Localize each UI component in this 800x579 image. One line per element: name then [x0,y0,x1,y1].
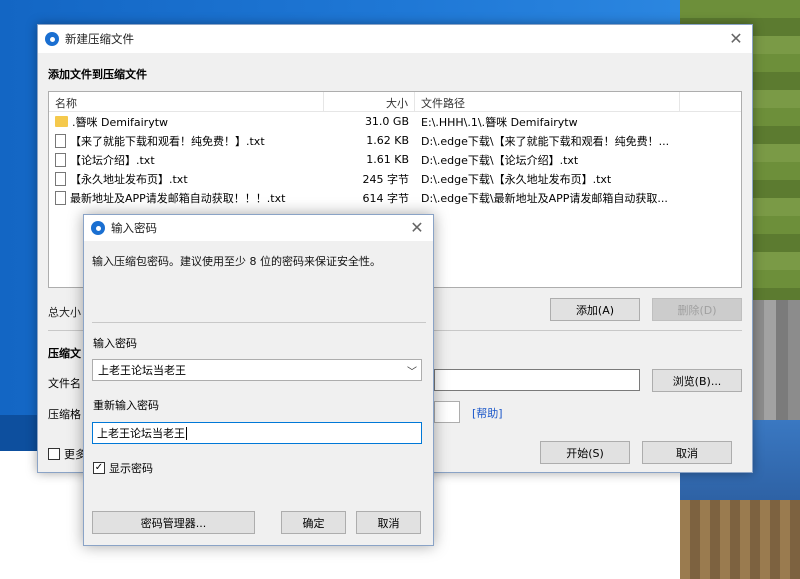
file-name: 【永久地址发布页】.txt [70,172,188,186]
password-value: 上老王论坛当老王 [98,364,186,377]
file-row[interactable]: .簪咪 Demifairytw 31.0 GB E:\.HHH\.1\.簪咪 D… [49,112,741,131]
reenter-password-label: 重新输入密码 [93,399,159,412]
file-size: 245 字节 [362,172,410,186]
total-size-label: 总大小 [48,306,81,319]
reenter-password-input[interactable]: 上老王论坛当老王 [92,422,422,444]
dialog-title: 输入密码 [111,221,157,235]
app-logo-icon [91,221,105,235]
document-icon [55,171,66,186]
start-button[interactable]: 开始(S) [540,441,630,464]
format-select[interactable] [434,401,460,423]
delete-button[interactable]: 删除(D) [652,298,742,321]
close-icon[interactable]: ✕ [726,28,746,48]
file-list-header: 名称 大小 文件路径 [49,92,741,112]
show-password-label: 显示密码 [109,462,153,475]
more-options-checkbox[interactable]: 更多 [48,446,86,462]
file-name: 【来了就能下载和观看！纯免费！】.txt [70,134,265,148]
cancel-button[interactable]: 取消 [642,441,732,464]
checkbox-unchecked-icon[interactable] [48,448,60,460]
add-button[interactable]: 添加(A) [550,298,640,321]
close-icon[interactable]: ✕ [407,217,427,237]
file-path: D:\.edge下载\【论坛介绍】.txt [421,153,579,167]
file-size: 1.61 KB [366,153,409,166]
archive-section-title: 压缩文 [48,347,81,360]
password-dialog: 输入密码 ✕ 输入压缩包密码。建议使用至少 8 位的密码来保证安全性。 输入密码… [83,214,434,546]
file-size: 31.0 GB [364,115,409,128]
divider [92,322,426,323]
folder-icon [55,116,68,127]
dialog-titlebar[interactable]: 输入密码 ✕ [84,215,433,241]
file-name: .簪咪 Demifairytw [72,115,169,129]
section-title: 添加文件到压缩文件 [48,68,147,81]
file-row[interactable]: 最新地址及APP请发邮箱自动获取！！！.txt 614 字节 D:\.edge下… [49,188,741,207]
reenter-password-value: 上老王论坛当老王 [97,427,185,440]
dialog-cancel-button[interactable]: 取消 [356,511,421,534]
window-titlebar[interactable]: 新建压缩文件 ✕ [38,25,752,53]
app-logo-icon [45,32,59,46]
document-icon [55,152,66,167]
column-path[interactable]: 文件路径 [415,92,680,111]
file-size: 614 字节 [362,191,410,205]
column-name[interactable]: 名称 [49,92,324,111]
file-name: 最新地址及APP请发邮箱自动获取！！！.txt [70,191,286,205]
document-icon [55,133,66,148]
file-path: D:\.edge下载\【永久地址发布页】.txt [421,172,612,186]
password-combobox[interactable]: 上老王论坛当老王 ﹀ [92,359,422,381]
chevron-down-icon[interactable]: ﹀ [407,363,417,378]
help-link[interactable]: [帮助] [472,405,503,421]
file-path: D:\.edge下载\最新地址及APP请发邮箱自动获取... [421,191,668,205]
password-label: 输入密码 [93,337,137,350]
window-title: 新建压缩文件 [65,32,134,46]
browse-button[interactable]: 浏览(B)... [652,369,742,392]
dialog-description: 输入压缩包密码。建议使用至少 8 位的密码来保证安全性。 [92,255,381,268]
filename-label: 文件名 [48,377,81,390]
text-caret [186,426,187,440]
password-manager-button[interactable]: 密码管理器... [92,511,255,534]
checkbox-checked-icon[interactable]: ✓ [93,462,105,474]
show-password-checkbox[interactable]: ✓ 显示密码 [93,460,153,476]
file-size: 1.62 KB [366,134,409,147]
ok-button[interactable]: 确定 [281,511,346,534]
file-row[interactable]: 【永久地址发布页】.txt 245 字节 D:\.edge下载\【永久地址发布页… [49,169,741,188]
document-icon [55,190,66,205]
filename-input[interactable] [434,369,640,391]
file-path: D:\.edge下载\【来了就能下载和观看！纯免费！... [421,134,670,148]
file-name: 【论坛介绍】.txt [70,153,155,167]
column-size[interactable]: 大小 [324,92,415,111]
file-row[interactable]: 【来了就能下载和观看！纯免费！】.txt 1.62 KB D:\.edge下载\… [49,131,741,150]
file-row[interactable]: 【论坛介绍】.txt 1.61 KB D:\.edge下载\【论坛介绍】.txt [49,150,741,169]
format-label: 压缩格 [48,408,81,421]
file-path: E:\.HHH\.1\.簪咪 Demifairytw [421,115,578,129]
